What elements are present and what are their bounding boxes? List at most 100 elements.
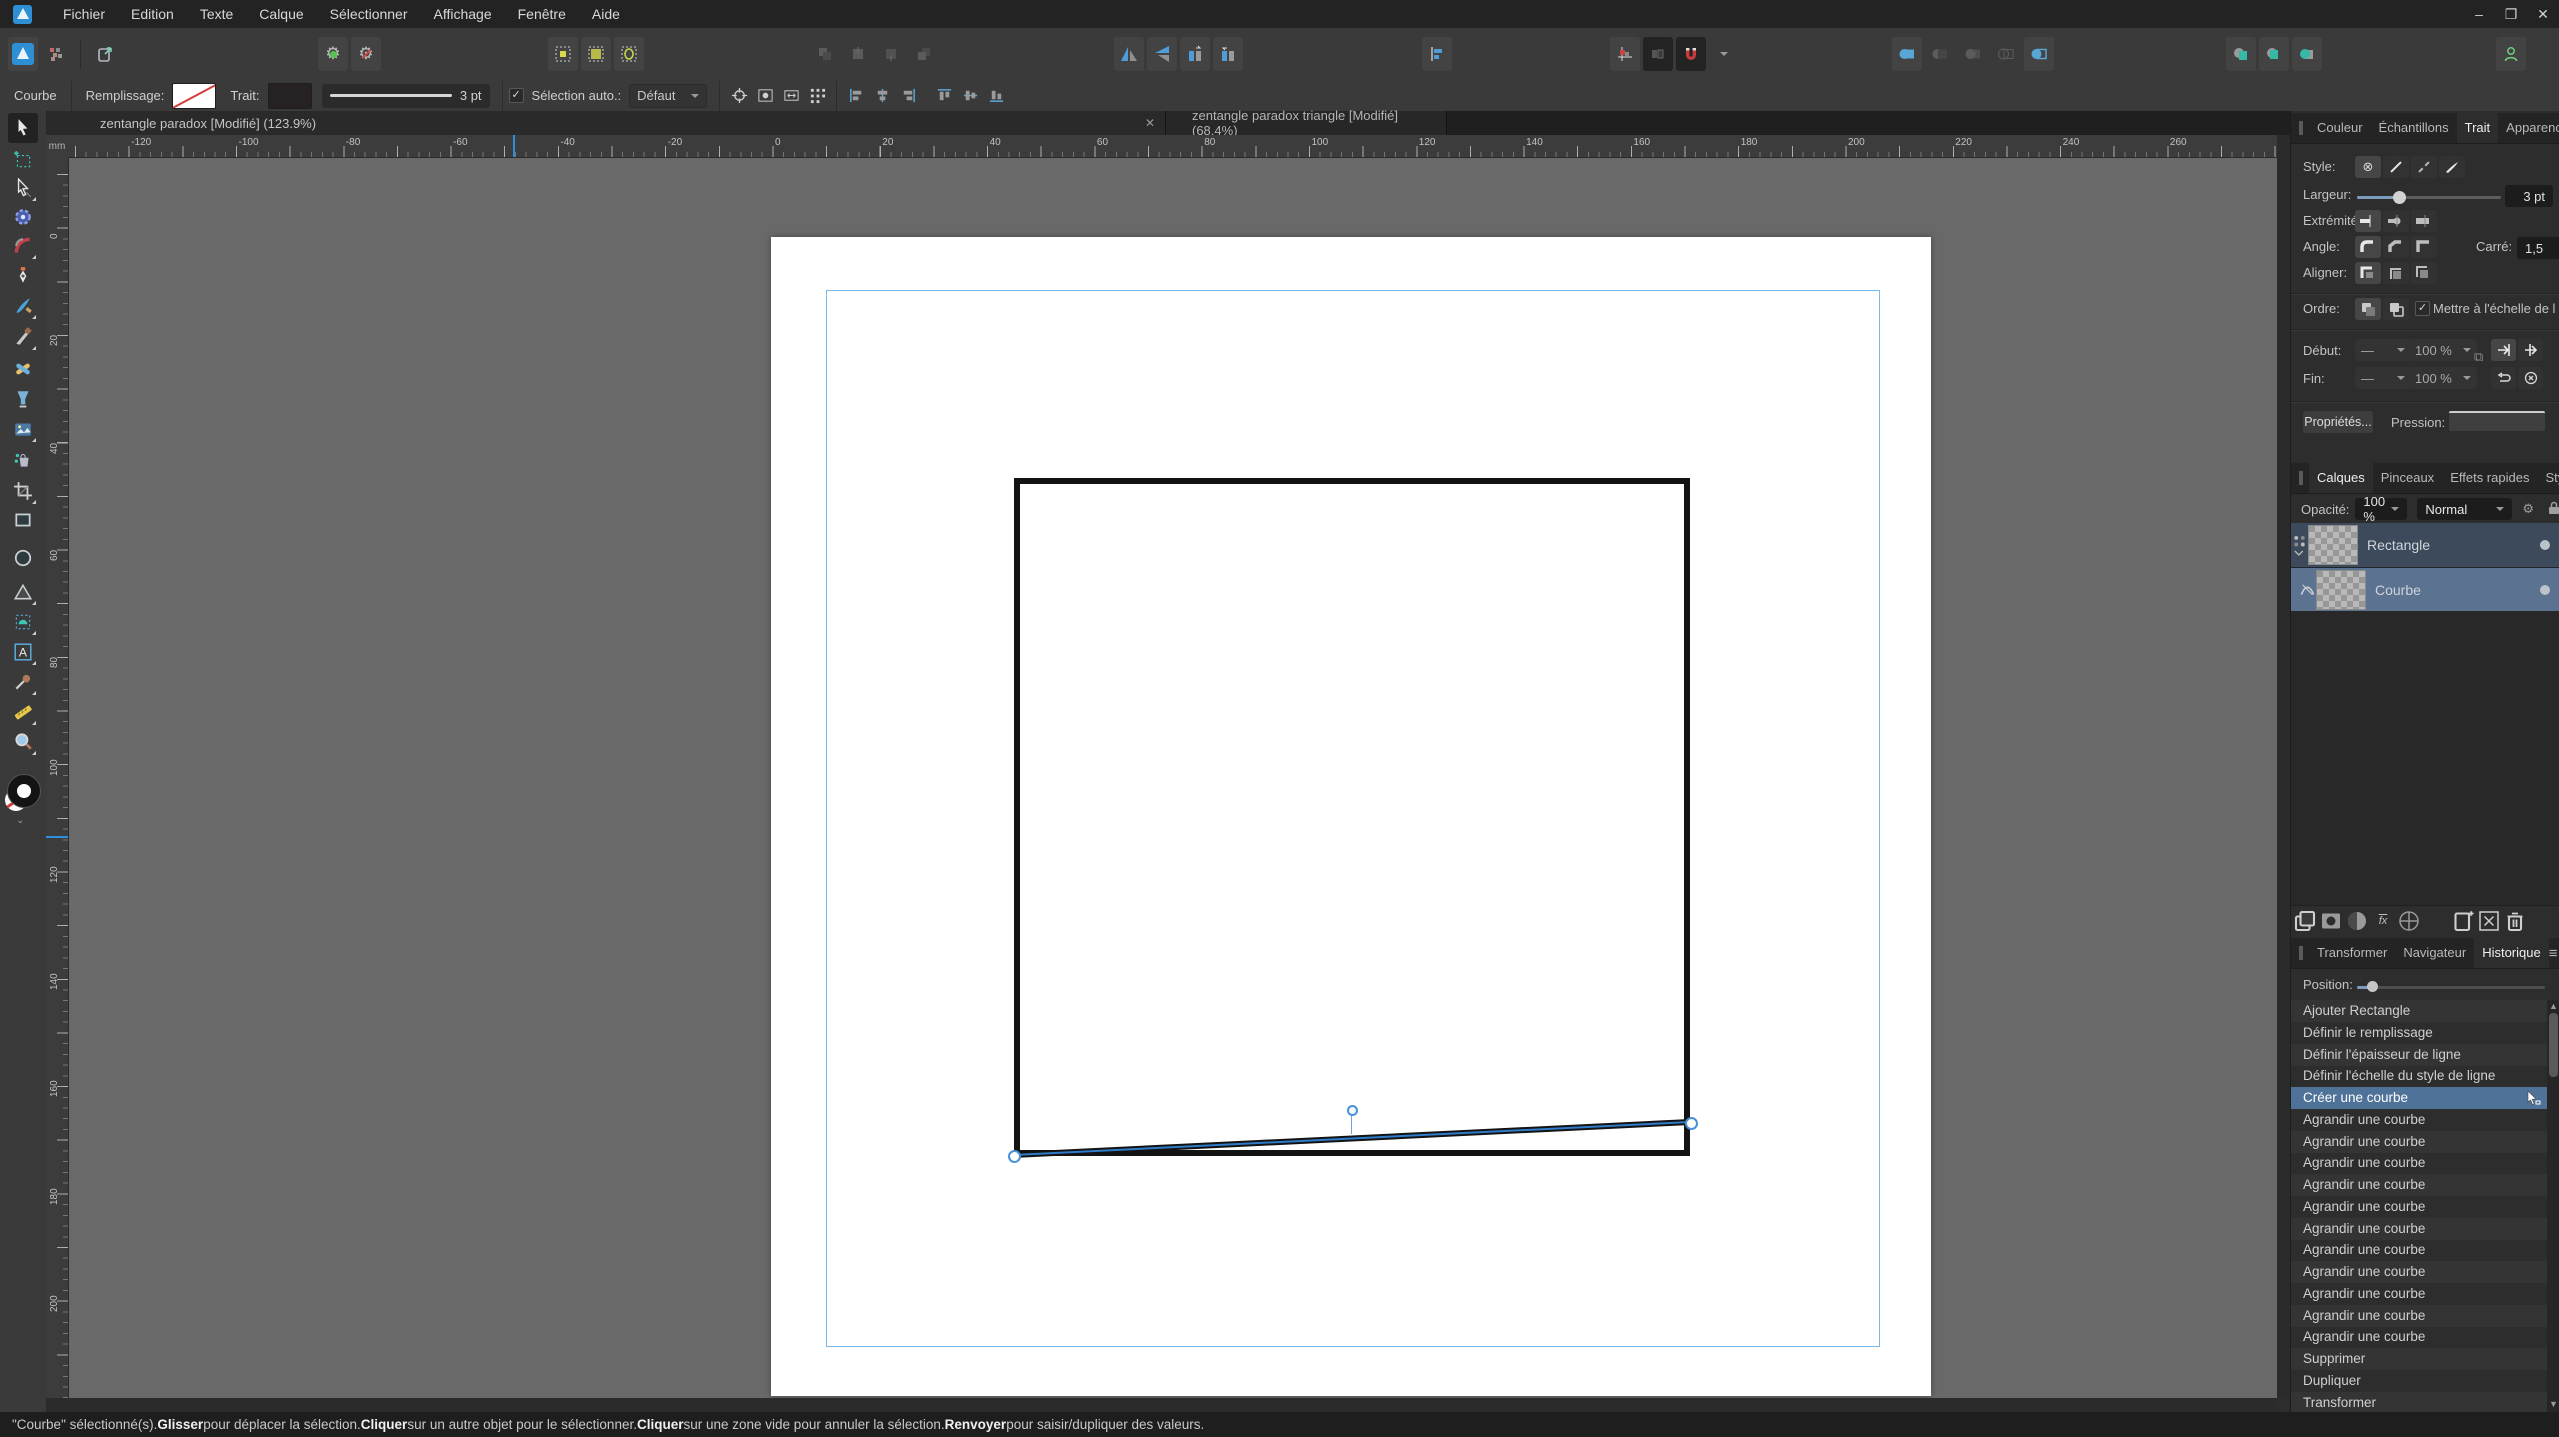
layer-lock-icon[interactable]	[2548, 501, 2559, 518]
layer-row-rectangle[interactable]: Rectangle	[2291, 523, 2559, 568]
close-button[interactable]: ✕	[2527, 0, 2559, 28]
selection-cycle-icon[interactable]	[614, 37, 644, 71]
cap-square-button[interactable]	[2411, 210, 2437, 232]
align-top-icon[interactable]	[931, 84, 957, 108]
color-picker-tool[interactable]	[8, 667, 38, 697]
scroll-up-icon[interactable]: ▲	[2549, 1001, 2558, 1011]
fx-layer-icon[interactable]: fx	[2371, 909, 2395, 933]
stroke-front-button[interactable]	[2383, 298, 2409, 320]
point-transform-tool[interactable]	[8, 202, 38, 232]
stroke-width-slider-knob[interactable]	[2393, 191, 2406, 204]
rotate-cw-icon[interactable]	[1213, 37, 1243, 71]
zoom-tool[interactable]	[8, 727, 38, 757]
stroke-none-button[interactable]: ⊗	[2355, 156, 2381, 178]
stroke-dash-button[interactable]	[2411, 156, 2437, 178]
tab-close-icon[interactable]: ✕	[1145, 116, 1155, 130]
curve-node-end[interactable]	[1685, 1117, 1698, 1130]
end-style-dropdown[interactable]: —	[2355, 367, 2411, 389]
ellipse-tool[interactable]	[8, 543, 38, 573]
stroke-swatch[interactable]	[267, 82, 312, 109]
history-item[interactable]: Ajouter Rectangle	[2291, 1000, 2547, 1022]
export-persona-icon[interactable]	[90, 37, 120, 71]
layers-tab-styles[interactable]: Styles	[2537, 463, 2559, 493]
fill-tool[interactable]	[8, 384, 38, 414]
layer-name[interactable]: Courbe	[2375, 582, 2421, 598]
layer-thumbnail[interactable]	[2316, 570, 2366, 610]
align-left-icon[interactable]	[843, 84, 869, 108]
menu-affichage[interactable]: Affichage	[421, 0, 505, 28]
end-scale-dropdown[interactable]: 100 %	[2409, 367, 2477, 389]
history-item[interactable]: Supprimer	[2291, 1348, 2547, 1370]
history-item[interactable]: Agrandir une courbe	[2291, 1174, 2547, 1196]
history-scrollbar-thumb[interactable]	[2549, 1013, 2558, 1077]
properties-button[interactable]: Propriétés...	[2303, 411, 2373, 433]
selection-box-dense-icon[interactable]	[581, 37, 611, 71]
show-selection-box-icon[interactable]	[752, 84, 778, 108]
join-round-button[interactable]	[2355, 236, 2381, 258]
align-right-icon[interactable]	[895, 84, 921, 108]
corner-tool[interactable]	[8, 231, 38, 261]
panel-menu-icon[interactable]: ≡	[2549, 945, 2559, 962]
pressure-profile[interactable]	[2449, 411, 2545, 431]
stroke-tab-apparence[interactable]: Apparence	[2498, 113, 2559, 143]
reverse-curve-button[interactable]	[2491, 367, 2516, 389]
cap-round-button[interactable]	[2383, 210, 2409, 232]
selection-box-icon[interactable]	[548, 37, 578, 71]
delete-layer-icon[interactable]	[2503, 909, 2527, 933]
layer-name[interactable]: Rectangle	[2367, 537, 2430, 553]
mesh-warp-icon[interactable]	[2397, 909, 2421, 933]
stroke-behind-button[interactable]	[2355, 298, 2381, 320]
arrow-to-end-button[interactable]	[2491, 339, 2516, 361]
flip-vertical-icon[interactable]	[1147, 37, 1177, 71]
arrow-through-button[interactable]	[2518, 339, 2543, 361]
history-item[interactable]: Définir le remplissage	[2291, 1022, 2547, 1044]
layer-visibility-dot[interactable]	[2540, 540, 2550, 550]
layers-empty-area[interactable]	[2291, 611, 2559, 905]
flip-horizontal-icon[interactable]	[1114, 37, 1144, 71]
scale-with-object-checkbox[interactable]: ✓	[2415, 301, 2430, 316]
stroke-width-value[interactable]: 3 pt	[2505, 185, 2553, 207]
history-item[interactable]: Agrandir une courbe	[2291, 1304, 2547, 1327]
restore-button[interactable]: ❐	[2495, 0, 2527, 28]
layer-thumbnail[interactable]	[2308, 525, 2358, 565]
rotate-ccw-icon[interactable]	[1180, 37, 1210, 71]
opacity-dropdown[interactable]: 100 %	[2355, 494, 2408, 524]
menu-texte[interactable]: Texte	[187, 0, 246, 28]
auto-select-dropdown[interactable]: Défaut	[629, 83, 708, 108]
ruler-unit-box[interactable]: mm	[46, 135, 69, 158]
auto-select-checkbox[interactable]: ✓	[508, 88, 524, 103]
layers-tab-pinceaux[interactable]: Pinceaux	[2373, 463, 2442, 493]
designer-persona-icon[interactable]	[8, 37, 38, 71]
layers-tab-effets-rapides[interactable]: Effets rapides	[2442, 463, 2537, 493]
artboard-tool[interactable]	[8, 145, 38, 175]
history-item[interactable]: Agrandir une courbe	[2291, 1217, 2547, 1240]
history-item[interactable]: Agrandir une courbe	[2291, 1109, 2547, 1131]
place-image-tool[interactable]	[8, 414, 38, 444]
join-miter-button[interactable]	[2411, 236, 2437, 258]
style-picker-tool[interactable]	[8, 445, 38, 475]
align-center-h-icon[interactable]	[869, 84, 895, 108]
history-position-knob[interactable]	[2367, 981, 2378, 992]
stroke-align-inside-button[interactable]	[2383, 262, 2409, 284]
stroke-tab-échantillons[interactable]: Échantillons	[2371, 113, 2457, 143]
align-bottom-icon[interactable]	[983, 84, 1009, 108]
history-item[interactable]: Définir l'épaisseur de ligne	[2291, 1043, 2547, 1066]
minimize-button[interactable]: –	[2463, 0, 2495, 28]
insert-behind-icon[interactable]	[2226, 37, 2256, 71]
curve-midpoint-handle[interactable]	[1347, 1105, 1358, 1116]
menu-sélectionner[interactable]: Sélectionner	[317, 0, 421, 28]
history-tab-transformer[interactable]: Transformer	[2309, 938, 2395, 968]
cap-butt-button[interactable]	[2355, 210, 2381, 232]
link-icon[interactable]: ⧉	[2474, 349, 2483, 365]
menu-edition[interactable]: Edition	[118, 0, 187, 28]
fill-swatch[interactable]	[172, 82, 217, 109]
history-item[interactable]: Agrandir une courbe	[2291, 1239, 2547, 1261]
scroll-down-icon[interactable]: ▼	[2549, 1399, 2558, 1409]
layer-settings-gear-icon[interactable]: ⚙	[2522, 501, 2534, 517]
history-item[interactable]: Agrandir une courbe	[2291, 1130, 2547, 1153]
stroke-width-widget[interactable]: 3 pt	[321, 83, 490, 108]
boolean-add-icon[interactable]	[1892, 37, 1922, 71]
pen-tool[interactable]	[8, 261, 38, 291]
gear-red-icon[interactable]: ⚙	[351, 37, 381, 71]
layers-tab-calques[interactable]: Calques	[2309, 463, 2373, 493]
